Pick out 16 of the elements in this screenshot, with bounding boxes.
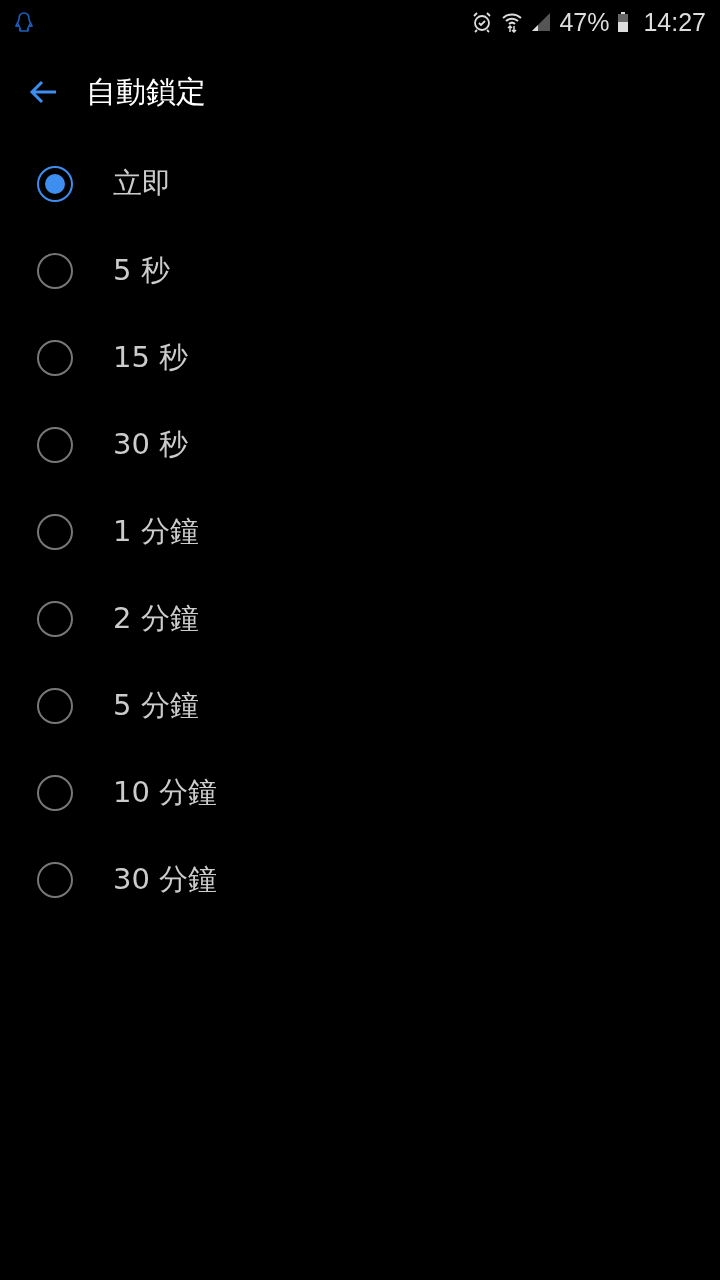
option-item[interactable]: 5 秒 bbox=[0, 227, 170, 314]
page-title: 自動鎖定 bbox=[86, 72, 206, 111]
option-item[interactable]: 30 秒 bbox=[0, 401, 189, 488]
option-item[interactable]: 30 分鐘 bbox=[0, 836, 218, 923]
clock-time: 14:27 bbox=[643, 7, 706, 37]
penguin-icon bbox=[14, 11, 34, 33]
option-item[interactable]: 1 分鐘 bbox=[0, 488, 199, 575]
option-item[interactable]: 2 分鐘 bbox=[0, 575, 199, 662]
option-item[interactable]: 15 秒 bbox=[0, 314, 189, 401]
option-item[interactable]: 5 分鐘 bbox=[0, 662, 199, 749]
option-item[interactable]: 10 分鐘 bbox=[0, 749, 218, 836]
battery-percent: 47% bbox=[559, 7, 610, 37]
option-item[interactable]: 立即 bbox=[0, 140, 171, 227]
wifi-icon bbox=[501, 11, 524, 33]
battery-icon bbox=[617, 11, 630, 33]
signal-icon bbox=[531, 12, 552, 32]
